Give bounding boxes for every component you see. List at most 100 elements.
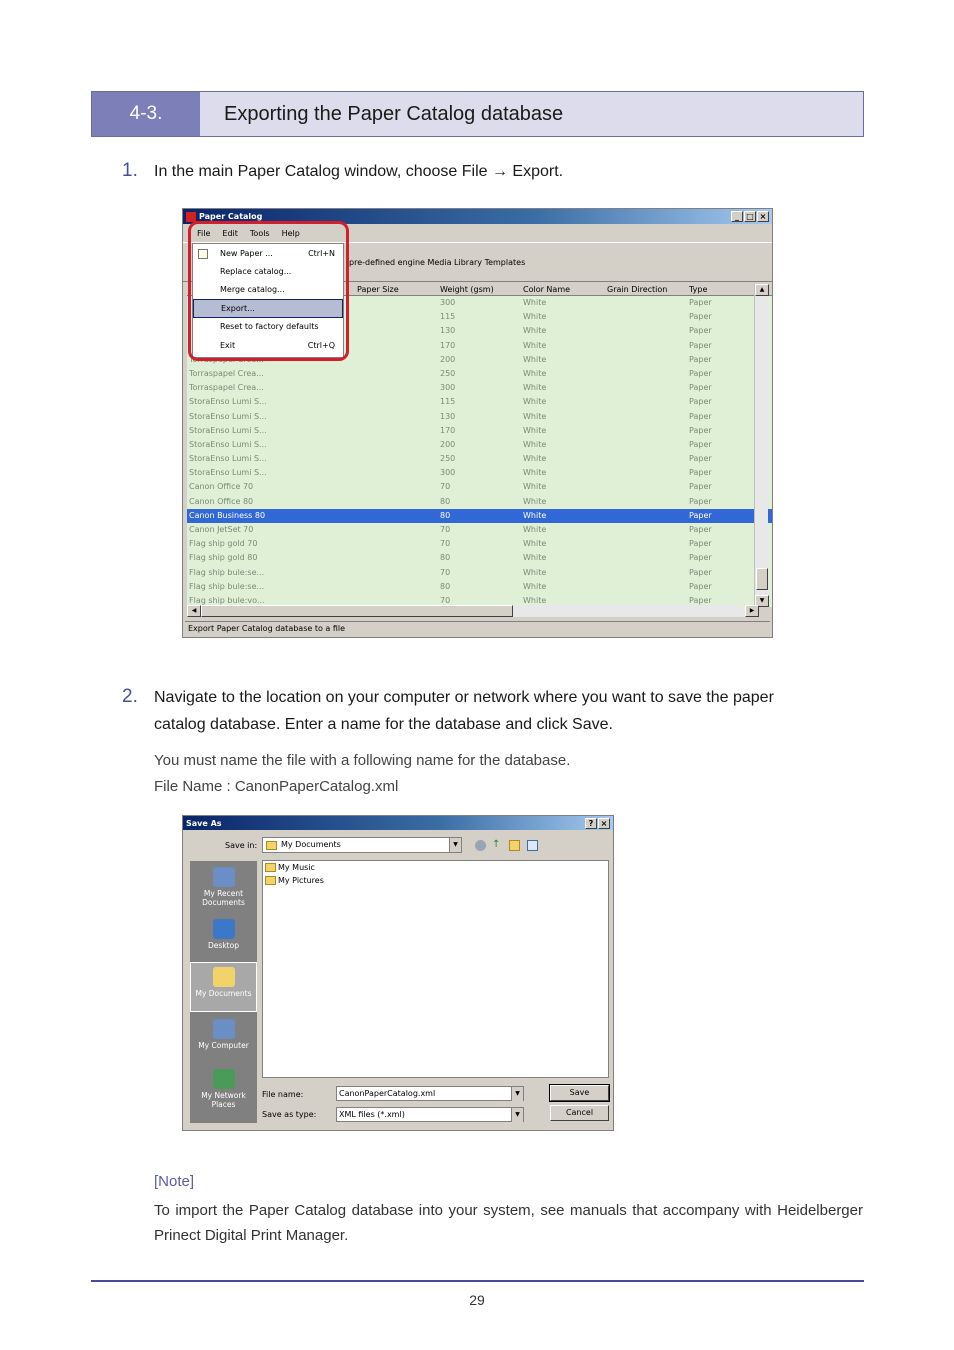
list-item[interactable]: My Music — [265, 863, 315, 872]
cell-color: White — [523, 553, 547, 563]
table-row[interactable]: StoraEnso Lumi S... 200 White Paper — [187, 438, 772, 452]
cell-name: Flag ship bule:se... — [189, 581, 265, 591]
note-label: [Note] — [154, 1173, 195, 1190]
table-row[interactable]: Flag ship gold 80 80 White Paper — [187, 551, 772, 565]
footer-rule — [91, 1280, 864, 1282]
close-icon[interactable]: × — [757, 211, 769, 222]
step-1-text: In the main Paper Catalog window, choose… — [154, 163, 564, 180]
col-paper-size[interactable]: Paper Size — [357, 285, 399, 294]
save-in-select[interactable]: My Documents ▼ — [262, 837, 462, 853]
minimize-icon[interactable]: _ — [731, 211, 743, 222]
views-icon[interactable] — [527, 840, 538, 851]
step-2-line-1: Navigate to the location on your compute… — [154, 689, 774, 706]
cell-name: Flag ship gold 70 — [189, 539, 258, 549]
cell-type: Paper — [689, 383, 712, 393]
cell-weight: 80 — [440, 581, 451, 591]
scroll-left-icon[interactable]: ◀ — [187, 605, 201, 617]
section-title: Exporting the Paper Catalog database — [200, 92, 863, 136]
network-places-icon — [212, 1069, 235, 1089]
table-row[interactable]: Torraspapel Crea... 300 White Paper — [187, 381, 772, 395]
table-row[interactable]: Torraspapel Crea... 250 White Paper — [187, 367, 772, 381]
maximize-icon[interactable]: □ — [744, 211, 756, 222]
cell-color: White — [523, 411, 547, 421]
table-row[interactable]: StoraEnso Lumi S... 170 White Paper — [187, 424, 772, 438]
table-row[interactable]: Canon JetSet 70 70 White Paper — [187, 523, 772, 537]
cell-name: Canon Business 80 — [189, 510, 266, 520]
table-row[interactable]: StoraEnso Lumi S... 130 White Paper — [187, 410, 772, 424]
cell-color: White — [523, 595, 547, 605]
cell-weight: 300 — [440, 298, 456, 307]
cell-type: Paper — [689, 454, 712, 464]
note-text: To import the Paper Catalog database int… — [154, 1202, 863, 1244]
save-type-value: XML files (*.xml) — [339, 1110, 405, 1119]
table-row[interactable]: Canon Business 80 80 White Paper — [187, 508, 772, 523]
chevron-down-icon[interactable]: ▼ — [511, 1087, 523, 1101]
save-button[interactable]: Save — [549, 1084, 610, 1102]
cell-color: White — [523, 510, 547, 520]
cell-weight: 130 — [440, 326, 456, 336]
chevron-down-icon[interactable]: ▼ — [449, 838, 461, 852]
list-item[interactable]: My Pictures — [265, 876, 324, 885]
col-grain-direction[interactable]: Grain Direction — [607, 285, 667, 294]
table-row[interactable]: Canon Office 70 70 White Paper — [187, 480, 772, 494]
cell-weight: 70 — [440, 539, 451, 549]
help-icon[interactable]: ? — [585, 817, 597, 829]
step-2-info-2: File Name : CanonPaperCatalog.xml — [154, 778, 399, 795]
save-type-select[interactable]: XML files (*.xml) ▼ — [336, 1107, 524, 1122]
save-as-dialog: Save As ? × Save in: My Documents ▼ ↑ My… — [182, 815, 614, 1131]
table-row[interactable]: StoraEnso Lumi S... 250 White Paper — [187, 452, 772, 466]
cell-type: Paper — [689, 368, 712, 378]
cell-name: Canon Office 70 — [189, 482, 254, 492]
cell-color: White — [523, 525, 547, 534]
place-recent[interactable]: My Recent Documents — [190, 863, 257, 913]
close-icon[interactable]: × — [598, 817, 610, 829]
horizontal-scrollbar[interactable]: ◀ ▶ — [187, 605, 759, 617]
cell-type: Paper — [689, 567, 712, 577]
cell-name: StoraEnso Lumi S... — [189, 411, 267, 421]
template-label: pre-defined engine Media Library Templat… — [349, 258, 526, 267]
cell-name: Flag ship gold 80 — [189, 553, 258, 563]
table-row[interactable]: StoraEnso Lumi S... 300 White Paper — [187, 466, 772, 480]
back-icon[interactable] — [475, 840, 486, 851]
table-row[interactable]: Canon Office 80 80 White Paper — [187, 495, 772, 509]
cell-weight: 250 — [440, 454, 456, 464]
recent-documents-icon — [212, 867, 235, 887]
col-color-name[interactable]: Color Name — [523, 285, 570, 294]
cancel-button[interactable]: Cancel — [550, 1105, 609, 1121]
scroll-up-icon[interactable]: ▲ — [755, 284, 769, 296]
table-row[interactable]: Flag ship gold 70 70 White Paper — [187, 537, 772, 551]
cell-color: White — [523, 468, 547, 478]
place-label: My Network Places — [201, 1091, 246, 1109]
cell-type: Paper — [689, 312, 712, 322]
table-row[interactable]: Flag ship bule:se... 70 White Paper — [187, 566, 772, 580]
place-network[interactable]: My Network Places — [190, 1065, 257, 1115]
cell-weight: 70 — [440, 525, 451, 534]
scroll-right-icon[interactable]: ▶ — [745, 605, 759, 617]
col-weight[interactable]: Weight (gsm) — [440, 285, 494, 294]
cell-color: White — [523, 354, 547, 364]
highlight-ring — [188, 221, 349, 361]
table-row[interactable]: StoraEnso Lumi S... 115 White Paper — [187, 395, 772, 409]
hscroll-thumb[interactable] — [201, 605, 513, 617]
place-my-computer[interactable]: My Computer — [190, 1015, 257, 1065]
file-name-input[interactable]: CanonPaperCatalog.xml ▼ — [336, 1086, 524, 1101]
save-in-value: My Documents — [281, 840, 341, 849]
cell-type: Paper — [689, 525, 712, 534]
table-row[interactable]: Flag ship bule:se... 80 White Paper — [187, 580, 772, 594]
cell-color: White — [523, 326, 547, 336]
scroll-thumb[interactable] — [756, 568, 768, 590]
chevron-down-icon[interactable]: ▼ — [511, 1108, 523, 1122]
col-type[interactable]: Type — [689, 285, 707, 294]
cell-color: White — [523, 539, 547, 549]
file-name-label: File name: — [262, 1090, 304, 1099]
cell-type: Paper — [689, 482, 712, 492]
page-number: 29 — [469, 1292, 485, 1308]
cell-weight: 200 — [440, 354, 456, 364]
cell-weight: 300 — [440, 468, 456, 478]
vertical-scrollbar[interactable]: ▲ ▼ — [754, 284, 769, 607]
new-folder-icon[interactable] — [509, 840, 520, 851]
up-folder-icon[interactable]: ↑ — [492, 840, 503, 851]
save-as-titlebar: Save As ? × — [183, 816, 613, 830]
place-my-documents[interactable]: My Documents — [190, 962, 257, 1012]
place-desktop[interactable]: Desktop — [190, 915, 257, 965]
